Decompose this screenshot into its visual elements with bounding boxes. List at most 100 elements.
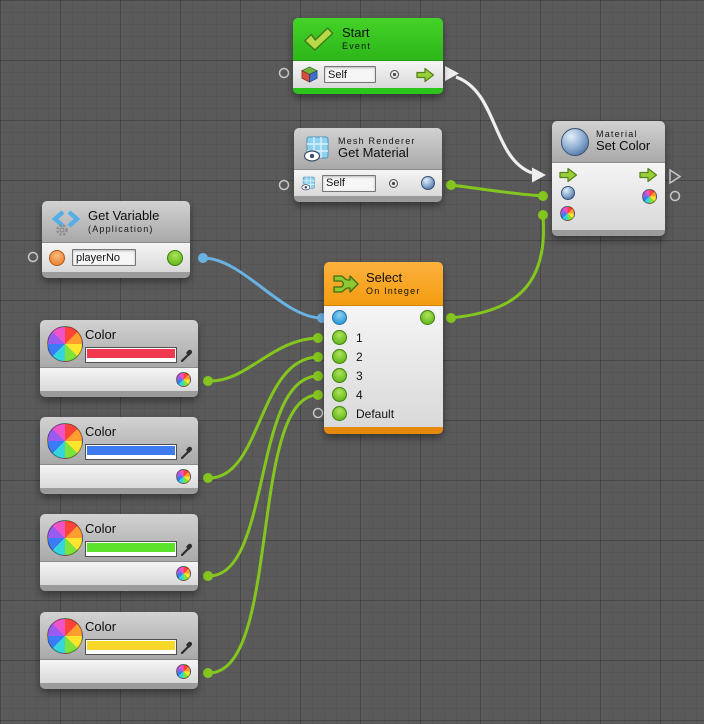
variable-name-field[interactable] <box>72 249 136 266</box>
swatch-alpha-bar <box>87 455 175 458</box>
node-footer <box>40 683 198 689</box>
default-input-port[interactable] <box>332 406 347 421</box>
color-wheel-icon <box>47 423 83 459</box>
wire-endpoint <box>203 571 213 581</box>
eyedropper-icon[interactable] <box>181 445 194 459</box>
color-output-port[interactable] <box>176 469 191 484</box>
variable-value-output-port[interactable] <box>167 250 183 266</box>
color-node-4[interactable]: Color <box>40 612 198 689</box>
option-label: 4 <box>356 388 363 402</box>
swatch-alpha-bar <box>87 552 175 555</box>
get-variable-node[interactable]: Get Variable (Application) <box>42 201 190 278</box>
get-material-node[interactable]: Mesh Renderer Get Material <box>294 128 442 202</box>
color-output-port[interactable] <box>642 189 657 204</box>
gameobject-cube-icon <box>301 66 318 83</box>
wire-getmaterial-to-setcolor[interactable] <box>451 185 543 196</box>
color-node-body <box>40 368 198 391</box>
option-label: 1 <box>356 331 363 345</box>
node-footer <box>293 88 443 94</box>
wire-endpoint <box>538 191 548 201</box>
swatch-fill <box>87 641 175 650</box>
color-swatch[interactable] <box>85 541 177 557</box>
color-swatch[interactable] <box>85 639 177 655</box>
flow-output-port[interactable] <box>639 167 658 183</box>
node-title: Select <box>366 271 421 286</box>
start-target-field[interactable] <box>324 66 376 83</box>
color-node-3[interactable]: Color <box>40 514 198 591</box>
color-wheel-icon <box>47 326 83 362</box>
select-option-row: 3 <box>332 368 363 383</box>
unconnected-port-marker <box>280 181 289 190</box>
set-color-node[interactable]: Material Set Color <box>552 121 665 236</box>
node-title: Get Material <box>338 146 416 161</box>
option-2-input-port[interactable] <box>332 349 347 364</box>
wire-endpoint <box>198 253 208 263</box>
eyedropper-icon[interactable] <box>181 348 194 362</box>
color-node-2[interactable]: Color <box>40 417 198 494</box>
wire-select-to-setcolor[interactable] <box>451 216 544 318</box>
node-footer <box>40 585 198 591</box>
material-input-port[interactable] <box>561 186 575 200</box>
color-output-port[interactable] <box>176 664 191 679</box>
wire-start-to-setcolor[interactable] <box>456 77 532 173</box>
color-swatch[interactable] <box>85 444 177 460</box>
option-4-input-port[interactable] <box>332 387 347 402</box>
select-on-integer-node[interactable]: Select On Integer 1 2 3 4 <box>324 262 443 434</box>
node-subtitle: (Application) <box>88 224 159 234</box>
variable-object-port[interactable] <box>49 250 65 266</box>
get-variable-header[interactable]: Get Variable (Application) <box>42 201 190 243</box>
option-1-input-port[interactable] <box>332 330 347 345</box>
get-material-target-field[interactable] <box>322 175 376 192</box>
target-picker-icon[interactable] <box>389 179 398 188</box>
start-node-header[interactable]: Start Event <box>293 18 443 61</box>
material-output-port[interactable] <box>421 176 435 190</box>
select-option-row: 2 <box>332 349 363 364</box>
flow-output-port[interactable] <box>416 67 435 83</box>
mesh-renderer-icon <box>303 135 331 163</box>
select-header[interactable]: Select On Integer <box>324 262 443 306</box>
eyedropper-icon[interactable] <box>181 640 194 654</box>
color-node-header[interactable]: Color <box>40 320 198 368</box>
color-output-port[interactable] <box>176 566 191 581</box>
material-sphere-icon <box>561 128 589 156</box>
swatch-fill <box>87 543 175 552</box>
color-node-header[interactable]: Color <box>40 417 198 465</box>
start-event-node[interactable]: Start Event <box>293 18 443 94</box>
color-input-port[interactable] <box>560 206 575 221</box>
node-footer <box>552 230 665 236</box>
target-picker-icon[interactable] <box>390 70 399 79</box>
color-wheel-icon <box>47 618 83 654</box>
color-output-port[interactable] <box>176 372 191 387</box>
node-title: Get Variable <box>88 209 159 224</box>
swatch-alpha-bar <box>87 358 175 361</box>
option-label: 3 <box>356 369 363 383</box>
select-output-port[interactable] <box>420 310 435 325</box>
wire-color2-to-select[interactable] <box>208 357 318 478</box>
wire-endpoint <box>313 390 323 400</box>
color-node-body <box>40 660 198 683</box>
wire-getvariable-to-select[interactable] <box>203 258 322 318</box>
node-subtitle: Event <box>342 41 371 51</box>
select-selector-row <box>332 310 435 325</box>
color-swatch[interactable] <box>85 347 177 363</box>
checkmark-icon <box>302 25 335 53</box>
eyedropper-icon[interactable] <box>181 542 194 556</box>
wire-endpoint <box>446 180 456 190</box>
node-footer <box>324 427 443 434</box>
swatch-fill <box>87 446 175 455</box>
graph-canvas[interactable]: Start Event <box>0 0 704 724</box>
color-node-1[interactable]: Color <box>40 320 198 397</box>
option-3-input-port[interactable] <box>332 368 347 383</box>
color-node-header[interactable]: Color <box>40 514 198 562</box>
get-material-header[interactable]: Mesh Renderer Get Material <box>294 128 442 170</box>
set-color-header[interactable]: Material Set Color <box>552 121 665 163</box>
wire-endpoint <box>203 473 213 483</box>
flow-input-port[interactable] <box>559 167 578 183</box>
node-title: Color <box>85 619 116 634</box>
color-node-header[interactable]: Color <box>40 612 198 660</box>
selector-integer-input-port[interactable] <box>332 310 347 325</box>
wire-color4-to-select[interactable] <box>208 395 318 673</box>
node-footer <box>40 391 198 397</box>
unconnected-port-marker <box>280 69 289 78</box>
select-body: 1 2 3 4 Default <box>324 306 443 427</box>
